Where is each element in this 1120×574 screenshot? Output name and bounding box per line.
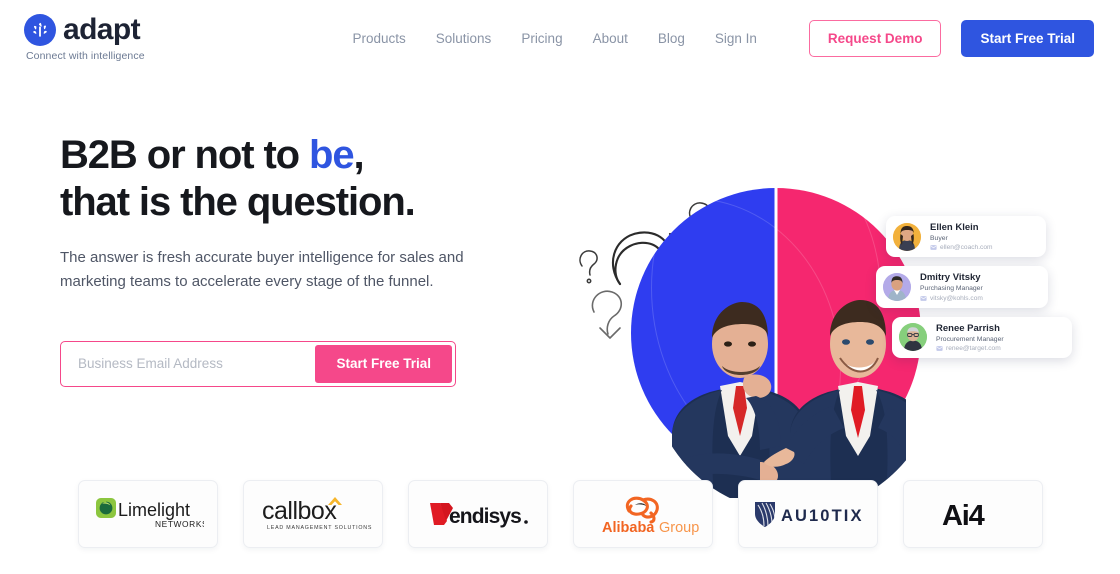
contact-role: Buyer (930, 234, 948, 242)
site-header: adapt Connect with intelligence Products… (0, 0, 1120, 76)
nav-item-about[interactable]: About (593, 31, 628, 46)
avatar (893, 222, 921, 251)
ai4-logo-icon: Ai4 (942, 500, 986, 531)
contact-email-row: ellen@coach.com (930, 244, 993, 251)
logo-card-au10tix: AU10TIX (737, 480, 878, 548)
email-icon (930, 245, 937, 251)
logo-card-ai4: Ai4 (902, 480, 1043, 548)
contact-email: vitsky@kohls.com (930, 294, 983, 302)
brand-tagline: Connect with intelligence (26, 50, 145, 62)
limelight-subtext: NETWORKS (155, 519, 204, 529)
contact-name: Dmitry Vitsky (920, 272, 981, 284)
email-signup-form: Start Free Trial (60, 340, 456, 387)
request-demo-button[interactable]: Request Demo (808, 19, 942, 57)
avatar (899, 323, 927, 352)
alibaba-wordmark: Alibaba (602, 520, 655, 535)
headline-accent-word: be (309, 133, 355, 177)
headline-part-2: , (353, 133, 365, 177)
hero-copy: B2B or not to be, that is the question. … (0, 110, 540, 387)
hero-start-free-trial-button[interactable]: Start Free Trial (315, 344, 452, 383)
contact-role: Procurement Manager (936, 335, 1004, 343)
alibaba-group-logo-icon: Alibaba Group (602, 496, 699, 535)
alibaba-group-word: Group (659, 520, 699, 535)
logo-card-alibaba: Alibaba Group (572, 480, 713, 548)
adapt-mark-glyph (33, 22, 47, 37)
contact-role: Purchasing Manager (920, 285, 983, 293)
logo-card-limelight: Limelight NETWORKS (77, 480, 218, 548)
brand-name: adapt (63, 13, 141, 46)
limelight-networks-logo-icon: Limelight NETWORKS (95, 498, 204, 529)
au10tix-wordmark: AU10TIX (781, 507, 864, 525)
email-icon (936, 346, 943, 352)
contact-email: renee@target.com (946, 345, 1001, 353)
contact-name: Ellen Klein (930, 222, 979, 233)
contact-email: ellen@coach.com (940, 244, 993, 252)
customer-logos-bar: Limelight NETWORKS callbox LEAD MANAGEME… (0, 480, 1120, 548)
nav-item-solutions[interactable]: Solutions (436, 31, 492, 46)
brand-row: adapt (24, 14, 145, 46)
avatar (883, 273, 911, 302)
brand-logo[interactable]: adapt Connect with intelligence (24, 14, 145, 62)
header-actions: Request Demo Start Free Trial (808, 19, 1094, 57)
nav-item-pricing[interactable]: Pricing (521, 31, 562, 46)
page-title: B2B or not to be, that is the question. (60, 132, 540, 226)
avatar-photo-renee (899, 323, 927, 352)
callbox-wordmark: callbox (262, 497, 337, 525)
limelight-wordmark: Limelight (118, 500, 190, 520)
contact-card-renee-parrish[interactable]: Renee Parrish Procurement Manager renee@… (892, 316, 1072, 359)
adapt-logo-icon (24, 14, 56, 46)
logo-card-callbox: callbox LEAD MANAGEMENT SOLUTIONS (242, 480, 383, 548)
callbox-subtext: LEAD MANAGEMENT SOLUTIONS (267, 525, 372, 531)
email-icon (920, 295, 927, 301)
contact-email-row: vitsky@kohls.com (920, 295, 983, 302)
avatar-photo-dmitry (883, 273, 911, 302)
hero-subheading: The answer is fresh accurate buyer intel… (60, 248, 464, 290)
vendisys-logo-icon: endisys (429, 503, 528, 528)
au10tix-logo-icon: AU10TIX (754, 502, 864, 527)
callbox-logo-icon: callbox LEAD MANAGEMENT SOLUTIONS (262, 497, 372, 531)
headline-part-1: B2B or not to (60, 133, 310, 177)
contact-info: Ellen Klein Buyer ellen@coach.com (930, 222, 993, 251)
contact-card-dmitry-vitsky[interactable]: Dmitry Vitsky Purchasing Manager vitsky@… (876, 266, 1048, 308)
contact-email-row: renee@target.com (936, 345, 1004, 352)
main-navigation: Products Solutions Pricing About Blog Si… (352, 19, 1094, 57)
contact-cards-list: Ellen Klein Buyer ellen@coach.com Dmitry… (876, 216, 1118, 367)
vendisys-wordmark: endisys (449, 505, 521, 528)
start-free-trial-button[interactable]: Start Free Trial (961, 19, 1094, 57)
avatar-photo-ellen (893, 222, 921, 251)
contact-info: Renee Parrish Procurement Manager renee@… (936, 323, 1004, 352)
contact-name: Renee Parrish (936, 322, 1000, 334)
logo-card-vendisys: endisys (407, 480, 548, 548)
nav-item-products[interactable]: Products (352, 31, 405, 46)
ai4-wordmark: Ai4 (942, 500, 985, 531)
contact-info: Dmitry Vitsky Purchasing Manager vitsky@… (920, 272, 983, 301)
businessmen-figures-image (672, 300, 906, 498)
hero-section: B2B or not to be, that is the question. … (0, 76, 1120, 498)
nav-item-blog[interactable]: Blog (658, 31, 685, 46)
contact-card-ellen-klein[interactable]: Ellen Klein Buyer ellen@coach.com (886, 216, 1046, 258)
hero-illustration: Ellen Klein Buyer ellen@coach.com Dmitry… (568, 168, 1120, 508)
figure-thinking (672, 302, 808, 498)
business-email-input[interactable] (64, 344, 316, 383)
nav-item-sign-in[interactable]: Sign In (715, 31, 757, 46)
headline-line-2: that is the question. (60, 179, 416, 224)
